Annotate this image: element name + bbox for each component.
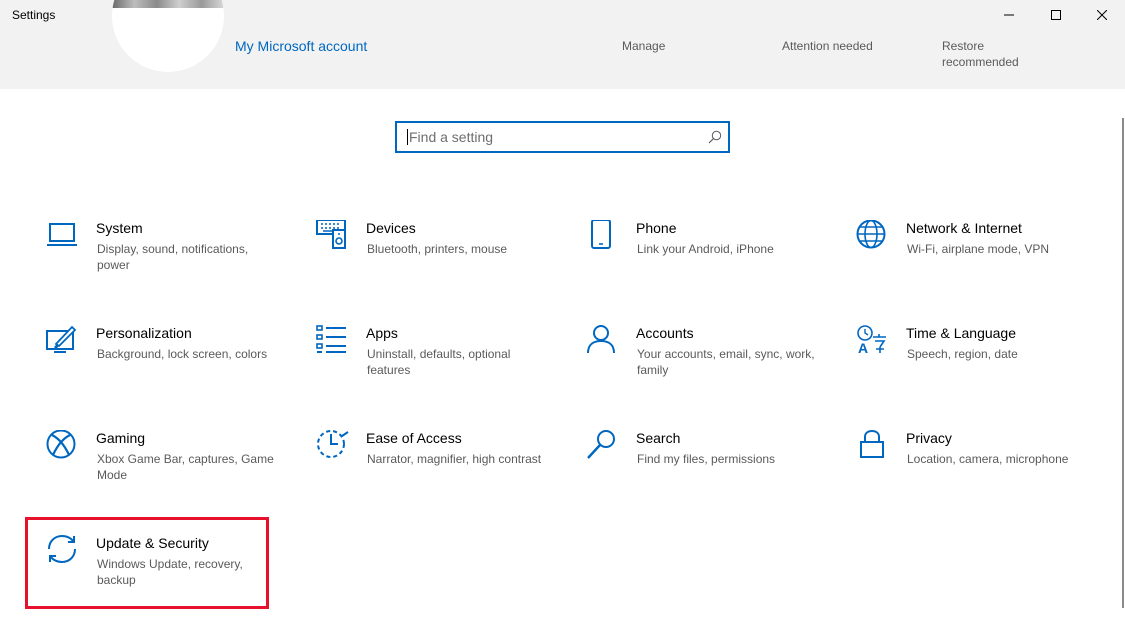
tile-apps[interactable]: Apps Uninstall, defaults, optional featu…	[316, 325, 566, 415]
magnifier-icon	[587, 430, 615, 459]
apps-list-icon	[316, 325, 346, 353]
tile-description: Speech, region, date	[907, 347, 1018, 361]
header-item-attention-needed[interactable]: Attention needed	[782, 38, 873, 54]
paint-icon	[46, 325, 77, 353]
header-item-manage[interactable]: Manage	[622, 38, 665, 54]
tile-description: Find my files, permissions	[637, 452, 776, 466]
tile-phone[interactable]: Phone Link your Android, iPhone	[586, 220, 836, 310]
tile-description: Your accounts, email, sync, work, family	[637, 347, 815, 377]
laptop-icon	[47, 223, 77, 246]
tile-title: Ease of Access	[366, 430, 462, 446]
tile-title: Time & Language	[906, 325, 1016, 341]
tile-ease-of-access[interactable]: Ease of Access Narrator, magnifier, high…	[316, 430, 566, 520]
devices-icon	[316, 220, 346, 249]
search-input[interactable]	[409, 127, 699, 147]
scrollbar[interactable]	[1122, 118, 1124, 608]
close-button[interactable]	[1079, 0, 1125, 30]
phone-icon	[591, 220, 611, 249]
tile-search[interactable]: Search Find my files, permissions	[586, 430, 836, 520]
tile-title: Search	[636, 430, 681, 446]
tile-gaming[interactable]: Gaming Xbox Game Bar, captures, Game Mod…	[46, 430, 296, 520]
tile-description: Display, sound, notifications, power	[97, 242, 249, 272]
maximize-button[interactable]	[1033, 0, 1079, 30]
tile-description: Wi-Fi, airplane mode, VPN	[907, 242, 1050, 256]
maximize-icon	[1051, 10, 1061, 20]
tile-personalization[interactable]: Personalization Background, lock screen,…	[46, 325, 296, 415]
tile-network-internet[interactable]: Network & Internet Wi-Fi, airplane mode,…	[856, 220, 1106, 310]
window-title: Settings	[12, 8, 56, 22]
avatar-circle	[112, 0, 224, 72]
time-language-icon: A	[857, 325, 886, 356]
tile-title: Personalization	[96, 325, 192, 341]
tile-title: Accounts	[636, 325, 694, 341]
person-icon	[587, 325, 615, 354]
ease-of-access-icon	[317, 430, 349, 458]
search-box[interactable]	[395, 121, 730, 153]
tile-title: System	[96, 220, 143, 236]
tile-devices[interactable]: Devices Bluetooth, printers, mouse	[316, 220, 566, 310]
search-icon[interactable]	[708, 130, 722, 144]
tile-privacy[interactable]: Privacy Location, camera, microphone	[856, 430, 1106, 520]
tile-title: Privacy	[906, 430, 952, 446]
highlight-box	[25, 517, 269, 609]
lock-icon	[860, 430, 884, 458]
tile-time-language[interactable]: A Time & Language Speech, region, date	[856, 325, 1106, 415]
tile-accounts[interactable]: Accounts Your accounts, email, sync, wor…	[586, 325, 836, 415]
avatar[interactable]	[112, 0, 224, 72]
tile-description: Narrator, magnifier, high contrast	[367, 452, 542, 466]
text-caret	[407, 129, 408, 145]
tile-title: Gaming	[96, 430, 146, 446]
tile-title: Apps	[366, 325, 398, 341]
tile-description: Location, camera, microphone	[907, 452, 1069, 466]
my-microsoft-account-link[interactable]: My Microsoft account	[235, 38, 367, 54]
close-icon	[1097, 10, 1107, 20]
tile-title: Phone	[636, 220, 677, 236]
tile-description: Bluetooth, printers, mouse	[367, 242, 508, 256]
tile-description: Background, lock screen, colors	[97, 347, 268, 361]
tile-description: Xbox Game Bar, captures, Game Mode	[97, 452, 274, 482]
tile-title: Devices	[366, 220, 416, 236]
tile-title: Network & Internet	[906, 220, 1022, 236]
minimize-icon	[1004, 14, 1014, 16]
avatar-photo	[112, 0, 224, 8]
minimize-button[interactable]	[986, 0, 1032, 30]
tile-description: Uninstall, defaults, optional features	[367, 347, 511, 377]
header-item-restore-recommended[interactable]: Restore recommended	[942, 38, 1032, 70]
globe-icon	[856, 220, 886, 249]
tile-system[interactable]: System Display, sound, notifications, po…	[46, 220, 296, 310]
tile-description: Link your Android, iPhone	[637, 242, 774, 256]
svg-text:A: A	[858, 340, 868, 356]
xbox-icon	[46, 430, 76, 459]
